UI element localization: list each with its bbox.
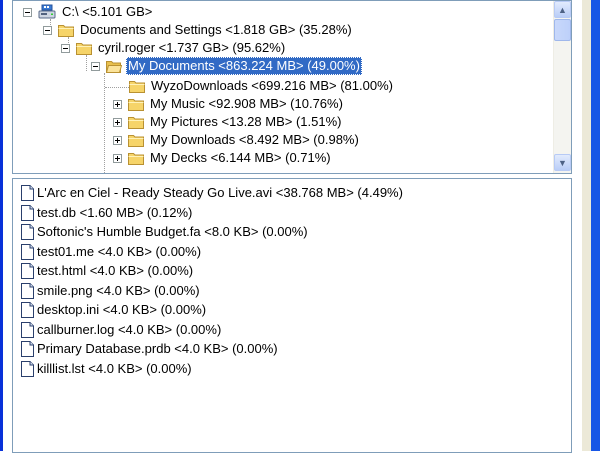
tree-item-my-downloads[interactable]: My Downloads <8.492 MB> (0.98%) — [113, 131, 361, 149]
file-label: test.html <4.0 KB> (0.00%) — [37, 263, 194, 278]
file-icon — [21, 302, 34, 318]
tree-item-label: Documents and Settings <1.818 GB> (35.28… — [80, 22, 352, 37]
folder-open-icon — [106, 59, 122, 73]
file-icon — [21, 283, 34, 299]
file-icon — [21, 322, 34, 338]
folder-icon — [128, 133, 144, 147]
list-item[interactable]: Primary Database.prdb <4.0 KB> (0.00%) — [21, 339, 278, 358]
file-label: L'Arc en Ciel - Ready Steady Go Live.avi… — [37, 185, 403, 200]
file-label: test.db <1.60 MB> (0.12%) — [37, 205, 193, 220]
tree-item-my-pictures[interactable]: My Pictures <13.28 MB> (1.51%) — [113, 113, 343, 131]
folder-icon — [128, 151, 144, 165]
tree-item-label: WyzoDownloads <699.216 MB> (81.00%) — [151, 78, 393, 93]
tree-item-drive-c[interactable]: C:\ <5.101 GB> — [23, 3, 154, 21]
file-label: callburner.log <4.0 KB> (0.00%) — [37, 322, 222, 337]
tree-scrollbar[interactable]: ▲ ▼ — [553, 1, 571, 173]
folder-icon — [128, 115, 144, 129]
list-item[interactable]: Softonic's Humble Budget.fa <8.0 KB> (0.… — [21, 222, 308, 241]
tree-item-wyzodownloads[interactable]: WyzoDownloads <699.216 MB> (81.00%) — [129, 77, 395, 95]
folder-icon — [58, 23, 74, 37]
tree-item-label: cyril.roger <1.737 GB> (95.62%) — [98, 40, 286, 55]
tree-connector — [105, 87, 129, 89]
list-item[interactable]: L'Arc en Ciel - Ready Steady Go Live.avi… — [21, 183, 403, 202]
scroll-down-button[interactable]: ▼ — [554, 154, 571, 171]
file-icon — [21, 263, 34, 279]
tree-item-label: My Decks <6.144 MB> (0.71%) — [150, 150, 331, 165]
file-icon — [21, 224, 34, 240]
list-item[interactable]: test01.me <4.0 KB> (0.00%) — [21, 242, 201, 261]
file-label: test01.me <4.0 KB> (0.00%) — [37, 244, 202, 259]
chevron-up-icon: ▲ — [558, 4, 567, 15]
file-icon — [21, 244, 34, 260]
tree-connector — [86, 55, 88, 71]
tree-item-my-decks[interactable]: My Decks <6.144 MB> (0.71%) — [113, 149, 333, 167]
scroll-up-button[interactable]: ▲ — [554, 1, 571, 18]
file-icon — [21, 205, 34, 221]
file-label: desktop.ini <4.0 KB> (0.00%) — [37, 302, 207, 317]
expand-icon[interactable] — [113, 135, 122, 145]
tree-item-cyril-roger[interactable]: cyril.roger <1.737 GB> (95.62%) — [61, 39, 287, 57]
list-item[interactable]: test.db <1.60 MB> (0.12%) — [21, 203, 192, 222]
folder-icon — [129, 79, 145, 93]
list-item[interactable]: desktop.ini <4.0 KB> (0.00%) — [21, 300, 206, 319]
expand-icon[interactable] — [113, 153, 122, 163]
window-frame-right — [582, 0, 600, 451]
file-label: killlist.lst <4.0 KB> (0.00%) — [37, 361, 192, 376]
collapse-icon[interactable] — [91, 61, 100, 71]
tree-item-label: My Pictures <13.28 MB> (1.51%) — [150, 114, 342, 129]
expand-icon[interactable] — [113, 99, 122, 109]
file-icon — [21, 341, 34, 357]
list-item[interactable]: killlist.lst <4.0 KB> (0.00%) — [21, 359, 192, 378]
hard-drive-icon — [38, 4, 56, 20]
folder-icon — [128, 97, 144, 111]
file-list[interactable]: L'Arc en Ciel - Ready Steady Go Live.avi… — [12, 178, 572, 453]
list-item[interactable]: test.html <4.0 KB> (0.00%) — [21, 261, 193, 280]
tree-item-my-music[interactable]: My Music <92.908 MB> (10.76%) — [113, 95, 345, 113]
file-label: smile.png <4.0 KB> (0.00%) — [37, 283, 200, 298]
tree-item-label: My Documents <863.224 MB> (49.00%) — [126, 57, 362, 75]
tree-item-label: C:\ <5.101 GB> — [62, 4, 153, 19]
file-icon — [21, 361, 34, 377]
window-frame-left — [0, 0, 3, 451]
file-label: Primary Database.prdb <4.0 KB> (0.00%) — [37, 341, 278, 356]
folder-icon — [76, 41, 92, 55]
expand-icon[interactable] — [113, 117, 122, 127]
tree-item-my-documents[interactable]: My Documents <863.224 MB> (49.00%) — [91, 57, 362, 75]
tree-item-label: My Downloads <8.492 MB> (0.98%) — [150, 132, 359, 147]
chevron-down-icon: ▼ — [558, 157, 567, 168]
scroll-thumb[interactable] — [554, 19, 571, 41]
collapse-icon[interactable] — [43, 25, 52, 35]
file-icon — [21, 185, 34, 201]
folder-tree[interactable]: C:\ <5.101 GB> Documents and Settings <1… — [12, 0, 572, 174]
collapse-icon[interactable] — [61, 43, 70, 53]
tree-item-label: My Music <92.908 MB> (10.76%) — [150, 96, 343, 111]
list-item[interactable]: callburner.log <4.0 KB> (0.00%) — [21, 320, 221, 339]
tree-item-documents-and-settings[interactable]: Documents and Settings <1.818 GB> (35.28… — [43, 21, 354, 39]
list-item[interactable]: smile.png <4.0 KB> (0.00%) — [21, 281, 200, 300]
file-label: Softonic's Humble Budget.fa <8.0 KB> (0.… — [37, 224, 308, 239]
collapse-icon[interactable] — [23, 7, 32, 17]
